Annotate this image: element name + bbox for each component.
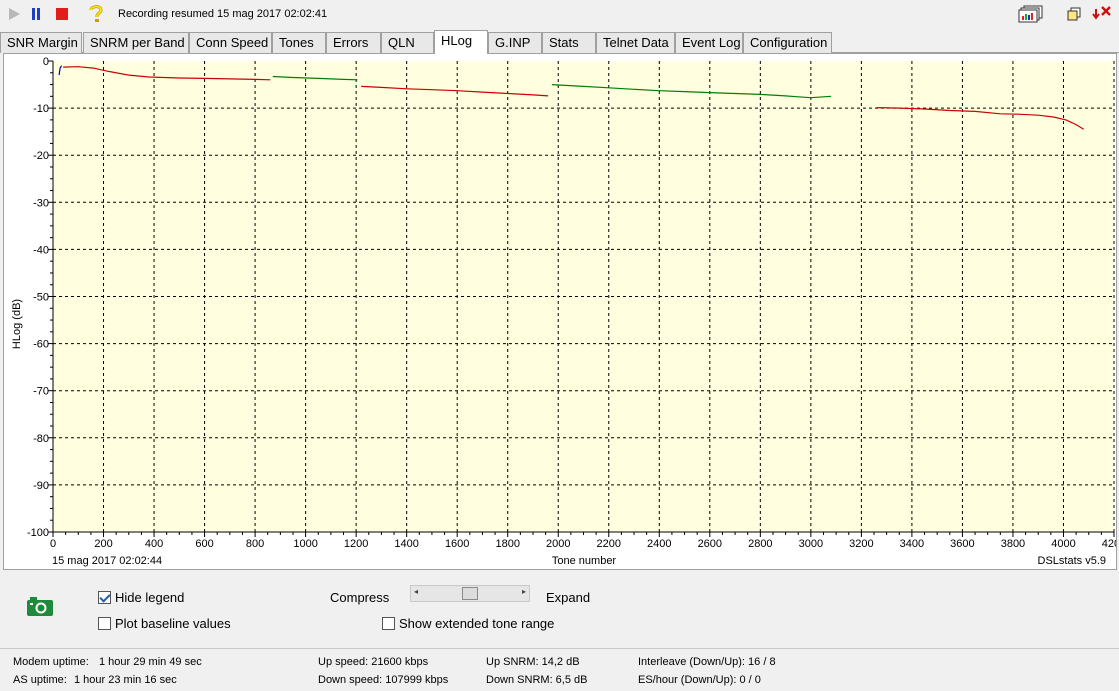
plot-baseline-checkbox[interactable]: Plot baseline values (98, 616, 231, 631)
x-tick-label: 1400 (394, 538, 418, 550)
modem-uptime-label: Modem uptime: (13, 656, 89, 668)
tab-conn-speed[interactable]: Conn Speed (189, 32, 272, 53)
x-tick-label: 1200 (344, 538, 368, 550)
x-tick-label: 4000 (1051, 538, 1075, 550)
compress-label: Compress (330, 590, 390, 605)
expand-label: Expand (546, 590, 591, 605)
es-hour: ES/hour (Down/Up): 0 / 0 (638, 674, 761, 686)
chart-controls: Hide legend Plot baseline values Compres… (0, 572, 1119, 648)
down-speed: Down speed: 107999 kbps (318, 674, 449, 686)
tab-snr-margin[interactable]: SNR Margin (0, 32, 82, 53)
extended-range-label: Show extended tone range (399, 616, 555, 631)
tab-snrm-per-band[interactable]: SNRM per Band (83, 32, 189, 53)
as-uptime-label: AS uptime: (13, 674, 67, 686)
plot-baseline-label: Plot baseline values (115, 616, 231, 631)
chart-windows-icon[interactable] (1018, 4, 1044, 24)
slider-right-arrow-icon[interactable]: ▸ (522, 587, 526, 596)
y-tick-label: -30 (33, 197, 49, 209)
tab-tones[interactable]: Tones (272, 32, 326, 53)
tab-bar: SNR Margin SNRM per Band Conn Speed Tone… (0, 30, 1119, 54)
x-tick-label: 3400 (900, 538, 924, 550)
x-tick-label: 0 (50, 538, 56, 550)
up-speed: Up speed: 21600 kbps (318, 656, 429, 668)
tab-qln[interactable]: QLN (381, 32, 434, 53)
slider-left-arrow-icon[interactable]: ◂ (414, 587, 418, 596)
modem-uptime-value: 1 hour 29 min 49 sec (99, 656, 202, 668)
tab-telnet-data[interactable]: Telnet Data (596, 32, 675, 53)
hlog-chart-panel: 0 200 400 600 800 1000 1200 1400 1600 1800 2000 220… (3, 53, 1117, 570)
hlog-chart: 0 200 400 600 800 1000 1200 1400 1600 1800 2000 220… (11, 56, 1116, 567)
tab-event-log[interactable]: Event Log (675, 32, 743, 53)
x-tick-label: 1800 (495, 538, 519, 550)
app-version: DSLstats v5.9 (1038, 555, 1106, 567)
tab-stats[interactable]: Stats (542, 32, 596, 53)
chart-timestamp: 15 mag 2017 02:02:44 (52, 555, 162, 567)
as-uptime-value: 1 hour 23 min 16 sec (74, 674, 177, 686)
recording-status: Recording resumed 15 mag 2017 02:02:41 (118, 8, 328, 20)
hide-legend-checkbox[interactable]: Hide legend (98, 590, 184, 605)
stop-icon[interactable] (52, 4, 72, 24)
extended-range-checkbox[interactable]: Show extended tone range (382, 616, 554, 631)
x-tick-label: 400 (145, 538, 163, 550)
tab-ginp[interactable]: G.INP (488, 32, 542, 53)
pause-icon[interactable] (26, 4, 46, 24)
x-tick-label: 600 (195, 538, 213, 550)
x-tick-label: 1000 (293, 538, 317, 550)
hide-legend-label: Hide legend (115, 590, 185, 605)
play-icon[interactable] (4, 4, 24, 24)
x-tick-label: 3800 (1001, 538, 1025, 550)
tab-errors[interactable]: Errors (326, 32, 381, 53)
zoom-slider[interactable]: ◂ ▸ (410, 585, 530, 602)
tab-hlog[interactable]: HLog (434, 30, 488, 54)
x-tick-label: 800 (246, 538, 264, 550)
x-tick-label: 2600 (698, 538, 722, 550)
y-tick-label: -80 (33, 433, 49, 445)
extended-range-box[interactable] (382, 617, 395, 630)
y-tick-label: -70 (33, 386, 49, 398)
toolbar: Recording resumed 15 mag 2017 02:02:41 (0, 0, 1119, 30)
y-tick-label: -100 (27, 527, 49, 539)
up-snrm: Up SNRM: 14,2 dB (486, 656, 580, 668)
restore-window-icon[interactable] (1064, 4, 1084, 24)
x-axis-label: Tone number (552, 555, 617, 567)
x-tick-label: 2200 (597, 538, 621, 550)
down-snrm: Down SNRM: 6,5 dB (486, 674, 588, 686)
x-tick-label: 2800 (748, 538, 772, 550)
x-tick-label: 3600 (950, 538, 974, 550)
y-tick-label: -20 (33, 150, 49, 162)
y-axis-label: HLog (dB) (11, 299, 23, 349)
close-download-icon[interactable] (1090, 4, 1114, 24)
x-tick-label: 200 (94, 538, 112, 550)
x-tick-label: 2000 (546, 538, 570, 550)
y-tick-label: -10 (33, 103, 49, 115)
y-tick-label: -50 (33, 292, 49, 304)
tab-configuration[interactable]: Configuration (743, 32, 832, 53)
y-tick-label: -60 (33, 339, 49, 351)
y-tick-label: 0 (43, 56, 49, 68)
x-tick-label: 3200 (849, 538, 873, 550)
y-tick-label: -40 (33, 244, 49, 256)
camera-icon[interactable] (26, 596, 54, 621)
zoom-slider-thumb[interactable] (462, 587, 478, 600)
status-bar: Modem uptime: 1 hour 29 min 49 sec AS up… (0, 648, 1119, 691)
plot-baseline-box[interactable] (98, 617, 111, 630)
interleave: Interleave (Down/Up): 16 / 8 (638, 656, 776, 668)
x-tick-label: 1600 (445, 538, 469, 550)
x-tick-label: 2400 (647, 538, 671, 550)
question-icon[interactable] (86, 4, 106, 24)
x-tick-label: 4200 (1102, 538, 1116, 550)
x-tick-label: 3000 (799, 538, 823, 550)
hide-legend-box[interactable] (98, 591, 111, 604)
y-tick-label: -90 (33, 480, 49, 492)
